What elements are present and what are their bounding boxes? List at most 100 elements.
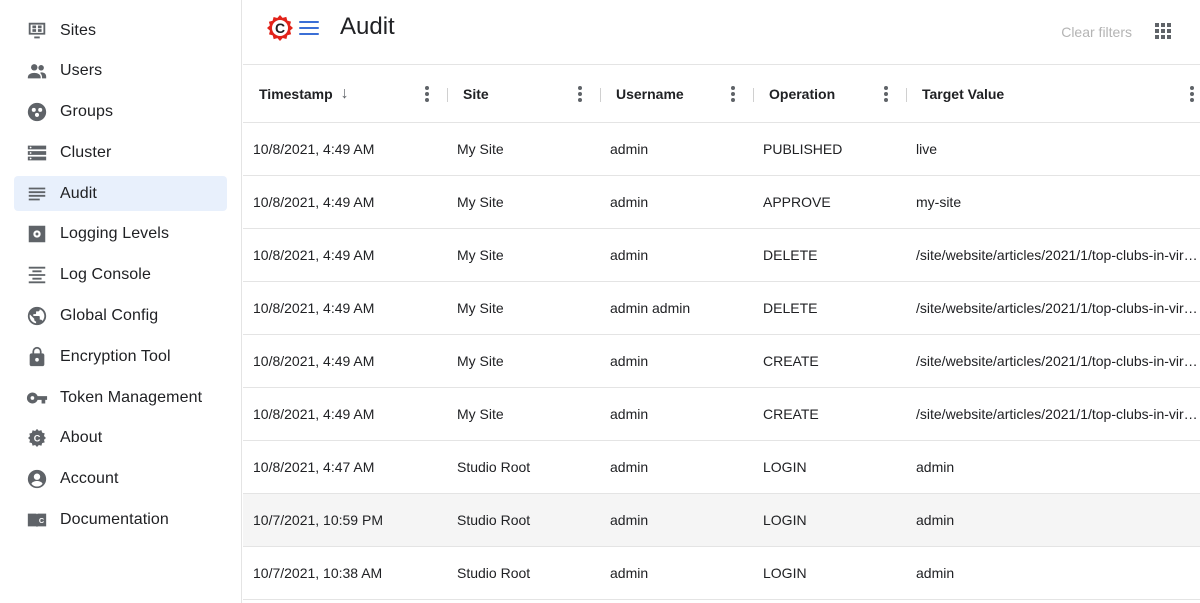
sidebar: Sites Users Groups Cluster Audit Logging…	[0, 0, 242, 603]
column-divider[interactable]	[600, 88, 601, 102]
sidebar-item-token-management[interactable]: Token Management	[14, 380, 227, 415]
account-icon	[25, 467, 49, 491]
cell-timestamp: 10/8/2021, 4:49 AM	[253, 141, 375, 157]
sidebar-item-label: Logging Levels	[60, 225, 170, 243]
sidebar-item-account[interactable]: Account	[14, 462, 227, 497]
log-console-icon	[25, 263, 49, 287]
cell-username: admin	[610, 353, 649, 369]
sidebar-item-label: Token Management	[60, 388, 203, 406]
column-menu-icon[interactable]	[425, 86, 429, 102]
groups-icon	[25, 100, 49, 124]
lock-icon	[25, 345, 49, 369]
menu-icon[interactable]	[299, 21, 319, 39]
cell-operation: LOGIN	[763, 565, 807, 581]
cell-site: Studio Root	[457, 459, 531, 475]
cell-timestamp: 10/8/2021, 4:49 AM	[253, 353, 375, 369]
column-menu-icon[interactable]	[1190, 86, 1194, 102]
sidebar-item-label: Documentation	[60, 511, 169, 529]
cell-username: admin	[610, 406, 649, 422]
table-header: Timestamp ↓ Site Username Operation Targ…	[243, 65, 1200, 123]
cell-site: My Site	[457, 406, 504, 422]
logging-levels-icon	[25, 222, 49, 246]
svg-text:C: C	[39, 516, 45, 525]
table-row[interactable]: 10/8/2021, 4:49 AM My Site admin admin D…	[243, 282, 1200, 335]
sidebar-item-cluster[interactable]: Cluster	[14, 135, 227, 170]
table-row[interactable]: 10/8/2021, 4:47 AM Studio Root admin LOG…	[243, 441, 1200, 494]
cell-site: My Site	[457, 247, 504, 263]
cell-site: Studio Root	[457, 565, 531, 581]
sidebar-item-label: Sites	[60, 21, 97, 39]
sidebar-item-encryption-tool[interactable]: Encryption Tool	[14, 339, 227, 374]
cell-timestamp: 10/8/2021, 4:49 AM	[253, 247, 375, 263]
sites-icon	[25, 19, 49, 43]
cell-target-value: /site/website/articles/2021/1/top-clubs-…	[916, 406, 1200, 422]
cell-operation: CREATE	[763, 406, 819, 422]
table-row[interactable]: 10/7/2021, 10:38 AM Studio Root admin LO…	[243, 547, 1200, 600]
table-row[interactable]: 10/8/2021, 4:49 AM My Site admin APPROVE…	[243, 176, 1200, 229]
cell-target-value: admin	[916, 512, 955, 528]
sidebar-item-global-config[interactable]: Global Config	[14, 299, 227, 334]
column-header-target-value[interactable]: Target Value	[922, 65, 1004, 123]
column-header-label: Site	[463, 86, 489, 102]
cell-operation: DELETE	[763, 247, 818, 263]
column-header-username[interactable]: Username	[616, 65, 684, 123]
cell-username: admin	[610, 565, 649, 581]
sort-arrow-down-icon[interactable]: ↓	[341, 85, 349, 103]
cell-username: admin	[610, 194, 649, 210]
cell-site: Studio Root	[457, 512, 531, 528]
column-divider[interactable]	[753, 88, 754, 102]
cell-timestamp: 10/8/2021, 4:49 AM	[253, 194, 375, 210]
crafter-logo-icon[interactable]: C	[264, 14, 296, 48]
sidebar-item-audit[interactable]: Audit	[14, 176, 227, 212]
cell-target-value: admin	[916, 565, 955, 581]
column-header-timestamp[interactable]: Timestamp ↓	[259, 65, 349, 123]
cell-timestamp: 10/8/2021, 4:47 AM	[253, 459, 375, 475]
table-row[interactable]: 10/8/2021, 4:49 AM My Site admin DELETE …	[243, 229, 1200, 282]
sidebar-item-documentation[interactable]: C Documentation	[14, 503, 227, 538]
cell-username: admin	[610, 141, 649, 157]
cell-target-value: my-site	[916, 194, 962, 210]
sidebar-item-groups[interactable]: Groups	[14, 95, 227, 130]
sidebar-item-sites[interactable]: Sites	[14, 13, 227, 48]
table-row[interactable]: 10/8/2021, 4:49 AM My Site admin CREATE …	[243, 388, 1200, 441]
cell-target-value: live	[916, 141, 938, 157]
sidebar-item-logging-levels[interactable]: Logging Levels	[14, 217, 227, 252]
column-header-label: Operation	[769, 86, 836, 102]
sidebar-item-label: Global Config	[60, 307, 159, 325]
main-content: C Audit Clear filters Timestamp ↓ Site U…	[243, 0, 1200, 603]
sidebar-item-about[interactable]: C About	[14, 421, 227, 456]
crafter-logo-icon: C	[25, 426, 49, 450]
column-menu-icon[interactable]	[731, 86, 735, 102]
column-header-label: Timestamp	[259, 86, 333, 102]
sidebar-item-log-console[interactable]: Log Console	[14, 258, 227, 293]
clear-filters-button[interactable]: Clear filters	[1061, 24, 1132, 40]
column-menu-icon[interactable]	[578, 86, 582, 102]
audit-icon	[25, 182, 49, 206]
cell-site: My Site	[457, 141, 504, 157]
apps-grid-icon[interactable]	[1155, 23, 1172, 40]
column-header-operation[interactable]: Operation	[769, 65, 835, 123]
column-header-site[interactable]: Site	[463, 65, 489, 123]
cell-username: admin admin	[610, 300, 691, 316]
sidebar-item-label: Audit	[60, 184, 97, 202]
table-row[interactable]: 10/7/2021, 10:59 PM Studio Root admin LO…	[243, 494, 1200, 547]
sidebar-item-label: About	[60, 429, 103, 447]
cell-target-value: admin	[916, 459, 955, 475]
svg-text:C: C	[275, 20, 285, 36]
table-row[interactable]: 10/8/2021, 4:49 AM My Site admin CREATE …	[243, 335, 1200, 388]
page-title: Audit	[340, 13, 395, 40]
cell-operation: APPROVE	[763, 194, 831, 210]
column-divider[interactable]	[447, 88, 448, 102]
top-bar: C Audit Clear filters	[243, 0, 1200, 65]
cell-username: admin	[610, 247, 649, 263]
column-menu-icon[interactable]	[884, 86, 888, 102]
svg-text:C: C	[34, 434, 41, 444]
documentation-icon: C	[25, 508, 49, 532]
sidebar-item-label: Account	[60, 470, 119, 488]
sidebar-item-users[interactable]: Users	[14, 54, 227, 89]
cell-site: My Site	[457, 194, 504, 210]
sidebar-item-label: Users	[60, 62, 103, 80]
audit-table: Timestamp ↓ Site Username Operation Targ…	[243, 65, 1200, 600]
table-row[interactable]: 10/8/2021, 4:49 AM My Site admin PUBLISH…	[243, 123, 1200, 176]
column-divider[interactable]	[906, 88, 907, 102]
